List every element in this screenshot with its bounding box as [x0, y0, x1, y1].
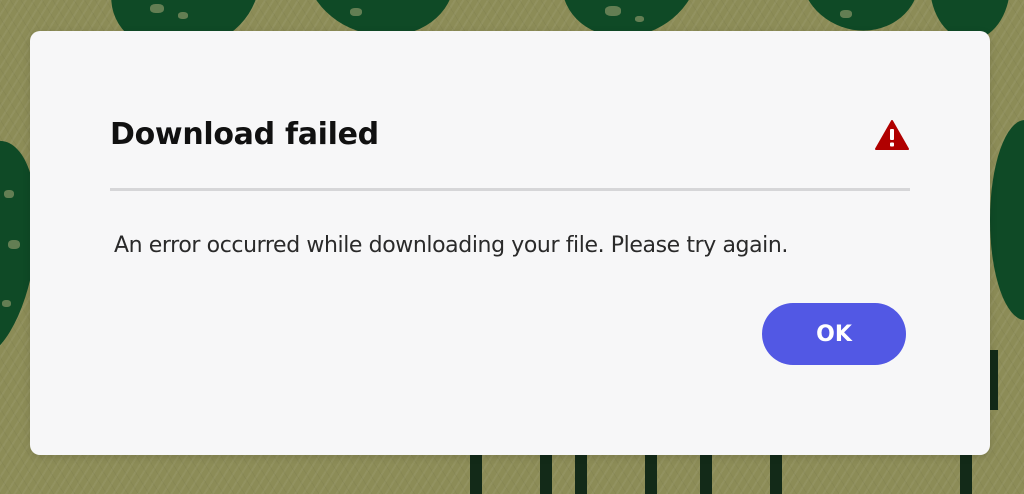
background-letter-stroke: [700, 455, 712, 494]
background-speck: [635, 16, 644, 22]
background-speck: [178, 12, 188, 19]
background-letter-stroke: [575, 455, 587, 494]
background-letter-stroke: [540, 455, 552, 494]
background-speck: [4, 190, 14, 198]
dialog-divider: [110, 188, 910, 191]
background-leaf-shape: [990, 120, 1024, 320]
background-speck: [840, 10, 852, 18]
dialog-header: Download failed: [110, 113, 910, 157]
alert-triangle-icon: [874, 119, 910, 151]
dialog-title: Download failed: [110, 117, 379, 152]
dialog-message: An error occurred while downloading your…: [114, 233, 789, 258]
background-speck: [350, 8, 362, 16]
background-speck: [150, 4, 164, 13]
background-speck: [8, 240, 20, 249]
background-speck: [2, 300, 11, 307]
background-letter-stroke: [960, 455, 972, 494]
background-letter-stroke: [470, 455, 482, 494]
background-letter-stroke: [990, 350, 998, 410]
ok-button[interactable]: OK: [762, 303, 906, 365]
background-letter-stroke: [645, 455, 657, 494]
background-letter-stroke: [770, 455, 782, 494]
download-failed-dialog: Download failed An error occurred while …: [30, 31, 990, 455]
background-speck: [605, 6, 621, 16]
